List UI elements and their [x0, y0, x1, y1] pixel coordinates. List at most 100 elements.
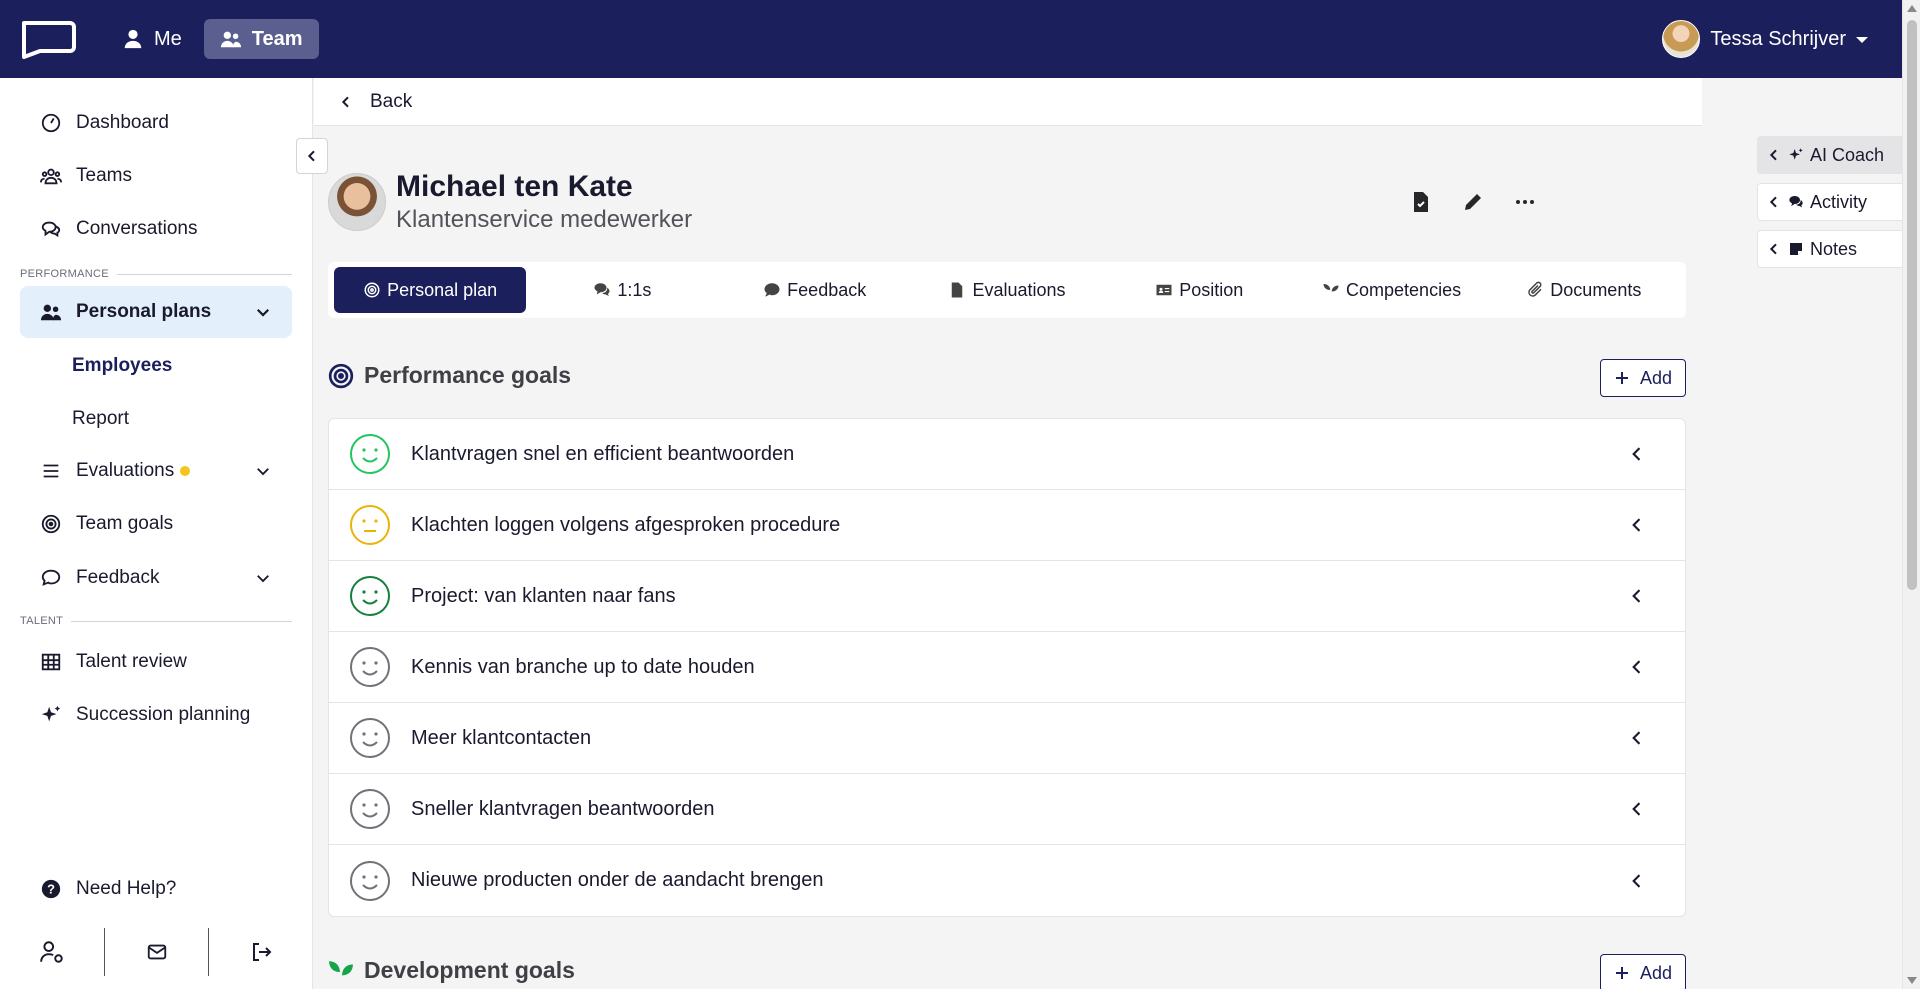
chevron-left-icon — [1769, 149, 1777, 161]
happy-face-icon — [350, 718, 390, 758]
seedling-icon — [1323, 284, 1339, 298]
tab-evaluations[interactable]: Evaluations — [911, 267, 1103, 313]
add-development-goal-button[interactable]: Add — [1600, 954, 1686, 989]
chevron-left-icon[interactable] — [1627, 871, 1647, 891]
tab-label: Evaluations — [972, 279, 1066, 300]
back-label: Back — [370, 90, 413, 112]
chevron-left-icon[interactable] — [1627, 728, 1647, 748]
nav-team[interactable]: Team — [203, 19, 319, 59]
add-label: Add — [1639, 367, 1673, 388]
ai-coach-button[interactable]: AI Coach — [1757, 136, 1902, 174]
collapse-sidebar-button[interactable] — [296, 138, 328, 174]
page-scrollbar[interactable] — [1902, 0, 1920, 989]
nav-me-label: Me — [154, 27, 182, 50]
sidebar: Dashboard Teams Conversations PERFORMANC… — [0, 78, 313, 989]
goal-title: Meer klantcontacten — [411, 726, 592, 749]
messages-button[interactable] — [105, 928, 209, 976]
tab-personal-plan[interactable]: Personal plan — [334, 267, 527, 313]
chevron-left-icon[interactable] — [1627, 444, 1647, 464]
sidebar-sub-employees[interactable]: Employees — [72, 355, 172, 377]
sidebar-item-succession-planning[interactable]: Succession planning — [20, 689, 292, 741]
chevron-left-icon — [1769, 243, 1777, 255]
scroll-down-icon[interactable] — [1907, 977, 1917, 984]
target-icon — [364, 282, 380, 298]
sidebar-item-need-help[interactable]: ? Need Help? — [20, 863, 292, 915]
goal-row[interactable]: Sneller klantvragen beantwoorden — [329, 774, 1685, 845]
back-button[interactable]: Back — [314, 78, 1702, 126]
comments-icon — [594, 283, 610, 296]
profile-actions — [1409, 190, 1537, 214]
notes-button[interactable]: Notes — [1757, 230, 1902, 268]
chevron-left-icon[interactable] — [1627, 799, 1647, 819]
users-icon — [40, 304, 62, 321]
goal-row[interactable]: Kennis van branche up to date houden — [329, 632, 1685, 703]
tab-competencies[interactable]: Competencies — [1295, 267, 1487, 313]
user-name: Tessa Schrijver — [1710, 27, 1846, 50]
comments-icon — [1789, 196, 1803, 208]
sidebar-item-label: Need Help? — [76, 878, 177, 899]
sidebar-item-conversations[interactable]: Conversations — [20, 203, 292, 255]
envelope-icon — [147, 944, 166, 959]
user-settings-button[interactable] — [0, 928, 104, 976]
sidebar-item-label: Personal plans — [76, 301, 212, 322]
section-talent: TALENT — [20, 615, 292, 627]
ai-coach-label: AI Coach — [1810, 144, 1885, 165]
goal-row[interactable]: Meer klantcontacten — [329, 703, 1685, 774]
logout-button[interactable] — [209, 928, 313, 976]
user-menu[interactable]: Tessa Schrijver — [1662, 20, 1868, 58]
goal-title: Sneller klantvragen beantwoorden — [411, 797, 715, 820]
activity-button[interactable]: Activity — [1757, 183, 1902, 221]
sidebar-item-team-goals[interactable]: Team goals — [20, 498, 292, 550]
comment-icon — [764, 283, 780, 297]
users-icon — [40, 168, 62, 185]
tab-1on1s[interactable]: 1:1s — [526, 267, 718, 313]
sidebar-item-talent-review[interactable]: Talent review — [20, 636, 292, 688]
add-performance-goal-button[interactable]: Add — [1600, 359, 1686, 397]
chevron-left-icon[interactable] — [1627, 515, 1647, 535]
more-options-icon[interactable] — [1513, 190, 1537, 214]
scroll-up-icon[interactable] — [1907, 5, 1917, 12]
pencil-icon[interactable] — [1461, 190, 1485, 214]
notification-dot — [180, 466, 191, 476]
sidebar-item-label: Talent review — [76, 651, 187, 672]
tab-position[interactable]: Position — [1103, 267, 1295, 313]
sidebar-item-feedback[interactable]: Feedback — [20, 552, 292, 604]
tab-feedback[interactable]: Feedback — [719, 267, 911, 313]
chevron-down-icon — [257, 575, 269, 583]
grid-icon — [41, 653, 61, 671]
goal-row[interactable]: Nieuwe producten onder de aandacht breng… — [329, 845, 1685, 916]
performance-goals-list: Klantvragen snel en efficient beantwoord… — [328, 418, 1686, 917]
goal-row[interactable]: Klantvragen snel en efficient beantwoord… — [329, 419, 1685, 490]
sidebar-item-dashboard[interactable]: Dashboard — [20, 97, 292, 149]
sidebar-item-teams[interactable]: Teams — [20, 150, 292, 202]
app-logo[interactable] — [18, 19, 78, 59]
scroll-thumb[interactable] — [1907, 20, 1917, 590]
logo-icon — [22, 21, 76, 59]
notes-label: Notes — [1810, 238, 1858, 259]
section-label: TALENT — [20, 615, 64, 627]
chevron-left-icon[interactable] — [1627, 586, 1647, 606]
goal-row[interactable]: Klachten loggen volgens afgesproken proc… — [329, 490, 1685, 561]
tab-label: Competencies — [1346, 279, 1462, 300]
section-label: PERFORMANCE — [20, 268, 109, 280]
chevron-left-icon — [307, 150, 315, 162]
paperclip-icon — [1528, 281, 1542, 297]
file-check-icon[interactable] — [1409, 190, 1433, 214]
id-card-icon — [1156, 284, 1172, 296]
tab-documents[interactable]: Documents — [1488, 267, 1680, 313]
goal-title: Project: van klanten naar fans — [411, 584, 676, 607]
sidebar-sub-report[interactable]: Report — [72, 408, 129, 430]
tab-label: Position — [1179, 279, 1244, 300]
employee-name: Michael ten Kate — [396, 170, 633, 203]
chevron-left-icon[interactable] — [1627, 657, 1647, 677]
sidebar-item-label: Evaluations — [76, 460, 175, 481]
sidebar-item-personal-plans[interactable]: Personal plans — [20, 286, 292, 338]
user-gear-icon — [40, 940, 63, 963]
sidebar-item-evaluations[interactable]: Evaluations — [20, 445, 292, 497]
seedling-icon — [329, 960, 353, 984]
logout-icon — [253, 942, 272, 961]
development-goals-heading: Development goals — [328, 957, 575, 984]
goal-row[interactable]: Project: van klanten naar fans — [329, 561, 1685, 632]
activity-label: Activity — [1810, 191, 1868, 212]
nav-me[interactable]: Me — [106, 19, 198, 59]
